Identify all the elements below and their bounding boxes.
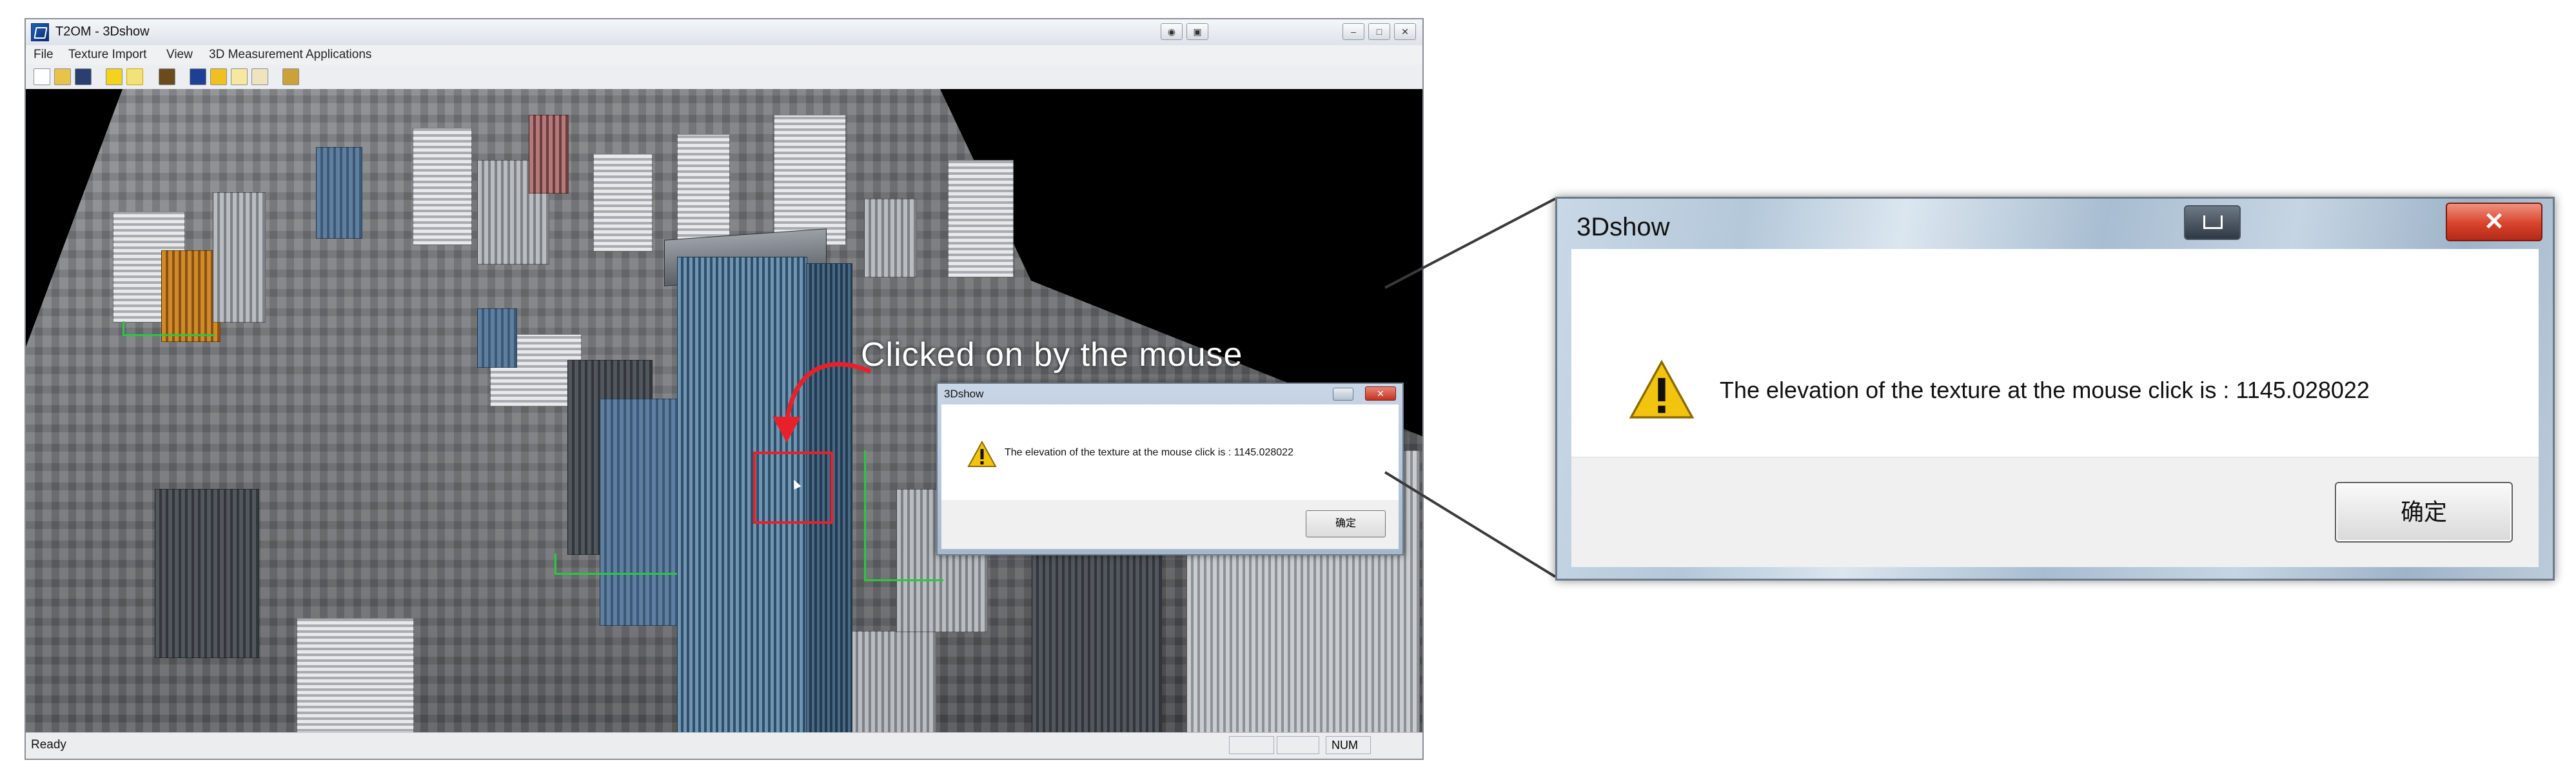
zoom-dialog-body: The elevation of the texture at the mous… xyxy=(1571,249,2539,457)
zoom-dialog-title: 3Dshow xyxy=(1577,213,1670,241)
zoom-dialog-restore-icon[interactable] xyxy=(2184,205,2241,240)
zoom-dialog-footer: 确定 xyxy=(1571,457,2539,567)
zoom-dialog-close-button[interactable]: ✕ xyxy=(2446,203,2542,241)
elevation-dialog-zoomed: 3Dshow ✕ The elevation of the texture at… xyxy=(1555,197,2555,581)
zoom-ok-button[interactable]: 确定 xyxy=(2335,482,2513,543)
warning-icon xyxy=(1629,359,1695,419)
zoom-dialog-message: The elevation of the texture at the mous… xyxy=(1720,377,2370,403)
